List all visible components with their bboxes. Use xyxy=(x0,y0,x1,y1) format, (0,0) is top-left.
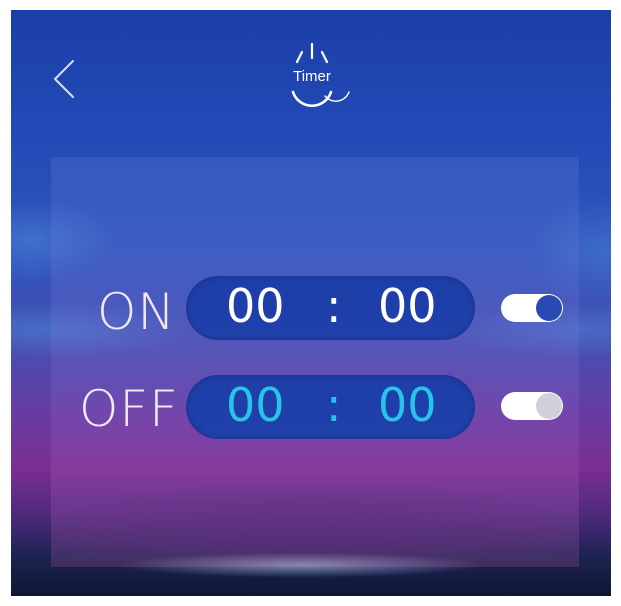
on-separator: : xyxy=(326,279,342,333)
off-separator: : xyxy=(326,378,342,432)
on-minutes[interactable]: 00 xyxy=(378,283,437,329)
off-toggle-knob xyxy=(536,393,562,419)
off-label: OFF xyxy=(79,380,179,438)
on-toggle-knob xyxy=(536,295,562,321)
back-button[interactable] xyxy=(49,58,79,100)
off-toggle[interactable] xyxy=(501,392,563,420)
on-label: ON xyxy=(97,283,176,341)
timer-panel xyxy=(51,157,579,567)
on-toggle[interactable] xyxy=(501,294,563,322)
off-time-picker[interactable]: 00 : 00 xyxy=(186,375,475,439)
timer-title: Timer xyxy=(293,68,331,85)
off-hours[interactable]: 00 xyxy=(226,382,285,428)
chevron-left-icon xyxy=(54,60,74,98)
on-time-picker[interactable]: 00 : 00 xyxy=(186,276,475,340)
timer-logo: Timer xyxy=(281,40,359,118)
timer-screen: Timer ON 00 : 00 OFF 00 : 00 xyxy=(11,10,611,596)
off-minutes[interactable]: 00 xyxy=(378,382,437,428)
on-hours[interactable]: 00 xyxy=(226,283,285,329)
